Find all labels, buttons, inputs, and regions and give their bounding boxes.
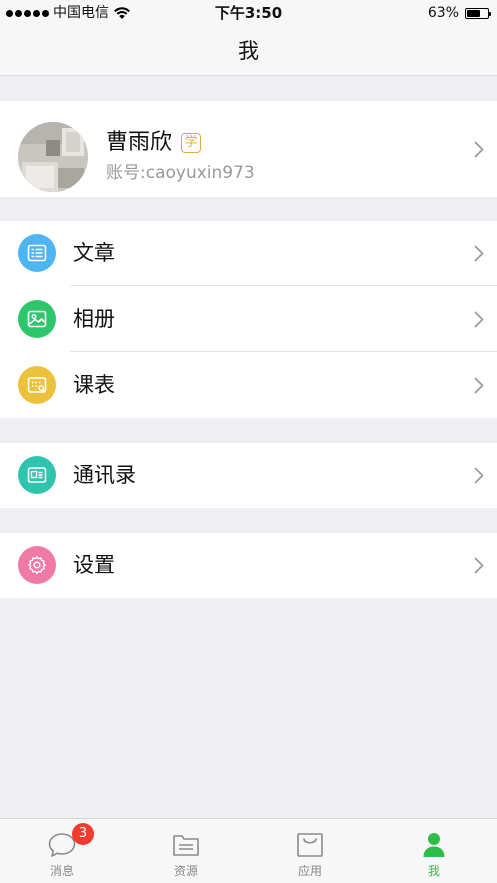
menu-item-settings[interactable]: 设置 xyxy=(0,533,497,598)
divider xyxy=(70,351,497,352)
tab-bar: 3 消息 资源 应用 我 xyxy=(0,818,497,883)
person-icon xyxy=(423,833,445,857)
status-time: 下午3:50 xyxy=(214,4,283,22)
settings-menu-group: 设置 xyxy=(0,533,497,598)
user-name: 曹雨欣 xyxy=(106,130,173,155)
account-id: 账号:caoyuxin973 xyxy=(106,163,255,183)
navigation-bar: 我 xyxy=(0,26,497,76)
tab-messages[interactable]: 3 消息 xyxy=(0,819,124,883)
menu-item-label: 课表 xyxy=(73,373,115,397)
menu-item-schedule[interactable]: 课表 xyxy=(0,353,497,418)
menu-item-label: 设置 xyxy=(73,553,115,577)
schedule-icon xyxy=(18,366,56,404)
tab-label: 消息 xyxy=(49,864,74,878)
content-menu-group: 文章 相册 课表 xyxy=(0,221,497,418)
menu-item-articles[interactable]: 文章 xyxy=(0,221,497,286)
shopping-bag-icon xyxy=(297,833,323,857)
status-bar: 中国电信 下午3:50 63% xyxy=(0,0,497,26)
chevron-right-icon xyxy=(474,141,484,158)
chevron-right-icon xyxy=(474,377,484,394)
battery-percentage: 63% xyxy=(427,5,459,21)
battery-icon xyxy=(465,7,491,19)
profile-screen: 中国电信 下午3:50 63% 我 曹雨欣 学 账号:caoyuxin973 文… xyxy=(0,0,497,883)
chevron-right-icon xyxy=(474,311,484,328)
contacts-menu-group: 通讯录 xyxy=(0,443,497,508)
folder-icon xyxy=(173,835,199,856)
battery-level-fill xyxy=(467,9,480,17)
photo-album-icon xyxy=(18,300,56,338)
menu-item-album[interactable]: 相册 xyxy=(0,287,497,352)
profile-name-row: 曹雨欣 学 xyxy=(106,129,202,157)
menu-item-label: 相册 xyxy=(73,307,115,331)
tab-label: 我 xyxy=(427,864,440,878)
tab-resources[interactable]: 资源 xyxy=(124,819,248,883)
chevron-right-icon xyxy=(474,467,484,484)
page-title: 我 xyxy=(238,39,259,63)
gear-icon xyxy=(18,546,56,584)
article-icon xyxy=(18,234,56,272)
status-right: 63% xyxy=(427,5,491,21)
tab-label: 资源 xyxy=(173,864,198,878)
avatar[interactable] xyxy=(18,122,88,192)
unread-count-badge: 3 xyxy=(72,823,94,845)
tab-me[interactable]: 我 xyxy=(372,819,496,883)
profile-card[interactable]: 曹雨欣 学 账号:caoyuxin973 xyxy=(0,101,497,197)
chevron-right-icon xyxy=(474,557,484,574)
menu-item-label: 通讯录 xyxy=(73,463,136,487)
student-role-badge: 学 xyxy=(181,133,202,153)
chevron-right-icon xyxy=(474,245,484,262)
tab-apps[interactable]: 应用 xyxy=(248,819,372,883)
tab-label: 应用 xyxy=(297,864,322,878)
divider xyxy=(70,285,497,286)
menu-item-label: 文章 xyxy=(73,241,115,265)
contacts-card-icon xyxy=(18,456,56,494)
menu-item-contacts[interactable]: 通讯录 xyxy=(0,443,497,508)
